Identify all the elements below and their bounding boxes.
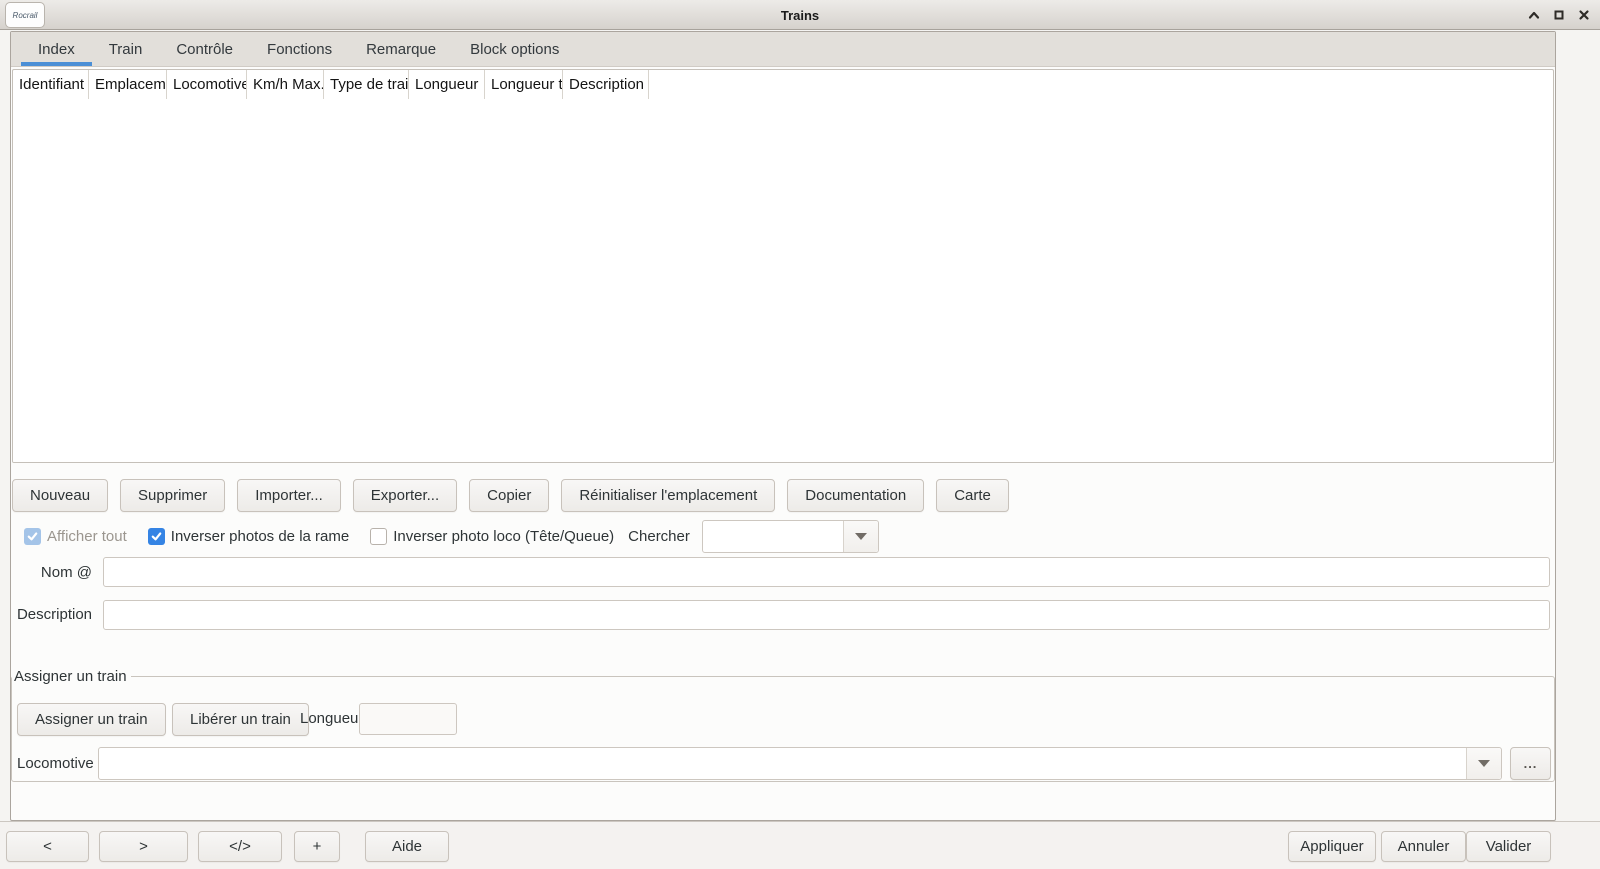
combo-dropdown-button[interactable] — [1466, 748, 1501, 779]
inverser-photos-rame-label: Inverser photos de la rame — [171, 528, 349, 545]
titlebar[interactable]: Rocrail Trains — [0, 0, 1600, 30]
filters-row: Afficher tout Inverser photos de la rame… — [14, 519, 879, 553]
tab-strip: Index Train Contrôle Fonctions Remarque … — [11, 32, 1555, 67]
locomotive-combobox[interactable] — [98, 747, 1502, 780]
exporter-button[interactable]: Exporter... — [353, 479, 457, 512]
app-logo-icon: Rocrail — [5, 2, 45, 28]
inverser-photo-loco-checkbox[interactable]: Inverser photo loco (Tête/Queue) — [370, 528, 614, 545]
ellipsis-label: ... — [1524, 756, 1538, 771]
next-button[interactable]: > — [99, 831, 188, 862]
tab-block-options[interactable]: Block options — [453, 32, 576, 66]
checkbox-checked-icon — [148, 528, 165, 545]
afficher-tout-checkbox[interactable]: Afficher tout — [24, 528, 127, 545]
col-kmh-max[interactable]: Km/h Max. — [247, 70, 324, 99]
col-type-de-train[interactable]: Type de train — [324, 70, 409, 99]
trains-dialog: Index Train Contrôle Fonctions Remarque … — [10, 31, 1556, 821]
nouveau-button[interactable]: Nouveau — [12, 479, 108, 512]
window-title: Trains — [0, 0, 1600, 30]
nom-row: Nom @ — [11, 557, 1550, 587]
prev-button[interactable]: < — [6, 831, 89, 862]
table-header: Identifiant Emplacement Locomotive Km/h … — [13, 70, 1553, 100]
col-locomotive[interactable]: Locomotive — [167, 70, 247, 99]
add-button[interactable]: + — [294, 831, 340, 862]
app-logo-text: Rocrail — [13, 11, 38, 20]
col-description[interactable]: Description — [563, 70, 649, 99]
importer-button[interactable]: Importer... — [237, 479, 341, 512]
carte-button[interactable]: Carte — [936, 479, 1009, 512]
nom-input[interactable] — [103, 557, 1550, 587]
col-longueur[interactable]: Longueur — [409, 70, 485, 99]
locomotive-browse-button[interactable]: ... — [1510, 747, 1551, 780]
afficher-tout-label: Afficher tout — [47, 528, 127, 545]
tab-index[interactable]: Index — [21, 32, 92, 66]
close-icon[interactable] — [1571, 3, 1596, 27]
aide-button[interactable]: Aide — [365, 831, 449, 862]
col-filler — [649, 70, 1553, 99]
longueur-input[interactable] — [359, 703, 457, 735]
col-identifiant[interactable]: Identifiant — [13, 70, 89, 99]
copier-button[interactable]: Copier — [469, 479, 549, 512]
assigner-un-train-legend: Assigner un train — [12, 668, 131, 685]
footer-bar: < > </> + Aide Appliquer Annuler Valider — [0, 821, 1600, 869]
checkbox-unchecked-icon — [370, 528, 387, 545]
documentation-button[interactable]: Documentation — [787, 479, 924, 512]
locomotive-label: Locomotive — [17, 755, 94, 772]
chercher-label: Chercher — [628, 528, 690, 545]
maximize-icon[interactable] — [1546, 3, 1571, 27]
chevron-down-icon — [1478, 760, 1490, 767]
valider-button[interactable]: Valider — [1466, 831, 1551, 862]
actions-row: Nouveau Supprimer Importer... Exporter..… — [12, 479, 1009, 512]
checkbox-checked-icon — [24, 528, 41, 545]
appliquer-button[interactable]: Appliquer — [1288, 831, 1376, 862]
longueur-label: Longueur — [300, 710, 363, 727]
col-emplacement[interactable]: Emplacement — [89, 70, 167, 99]
description-label: Description — [11, 606, 92, 623]
tab-remarque[interactable]: Remarque — [349, 32, 453, 66]
description-input[interactable] — [103, 600, 1550, 630]
chercher-combobox[interactable] — [702, 520, 879, 553]
reinitialiser-emplacement-button[interactable]: Réinitialiser l'emplacement — [561, 479, 775, 512]
col-longueur-totale[interactable]: Longueur totale — [485, 70, 563, 99]
liberer-un-train-button[interactable]: Libérer un train — [172, 703, 309, 736]
supprimer-button[interactable]: Supprimer — [120, 479, 225, 512]
tab-fonctions[interactable]: Fonctions — [250, 32, 349, 66]
tab-train[interactable]: Train — [92, 32, 160, 66]
inverser-photos-rame-checkbox[interactable]: Inverser photos de la rame — [148, 528, 349, 545]
window-controls — [1521, 0, 1596, 30]
description-row: Description — [11, 599, 1550, 630]
combo-dropdown-button[interactable] — [843, 521, 878, 552]
nom-label: Nom @ — [11, 564, 92, 581]
table-body[interactable] — [13, 99, 1553, 462]
annuler-button[interactable]: Annuler — [1381, 831, 1466, 862]
minimize-icon[interactable] — [1521, 3, 1546, 27]
assigner-un-train-button[interactable]: Assigner un train — [17, 703, 166, 736]
trains-table: Identifiant Emplacement Locomotive Km/h … — [12, 69, 1554, 463]
chevron-down-icon — [855, 533, 867, 540]
assigner-un-train-group: Assigner un train Assigner un train Libé… — [11, 668, 1555, 782]
tab-controle[interactable]: Contrôle — [159, 32, 250, 66]
inverser-photo-loco-label: Inverser photo loco (Tête/Queue) — [393, 528, 614, 545]
xml-button[interactable]: </> — [198, 831, 282, 862]
